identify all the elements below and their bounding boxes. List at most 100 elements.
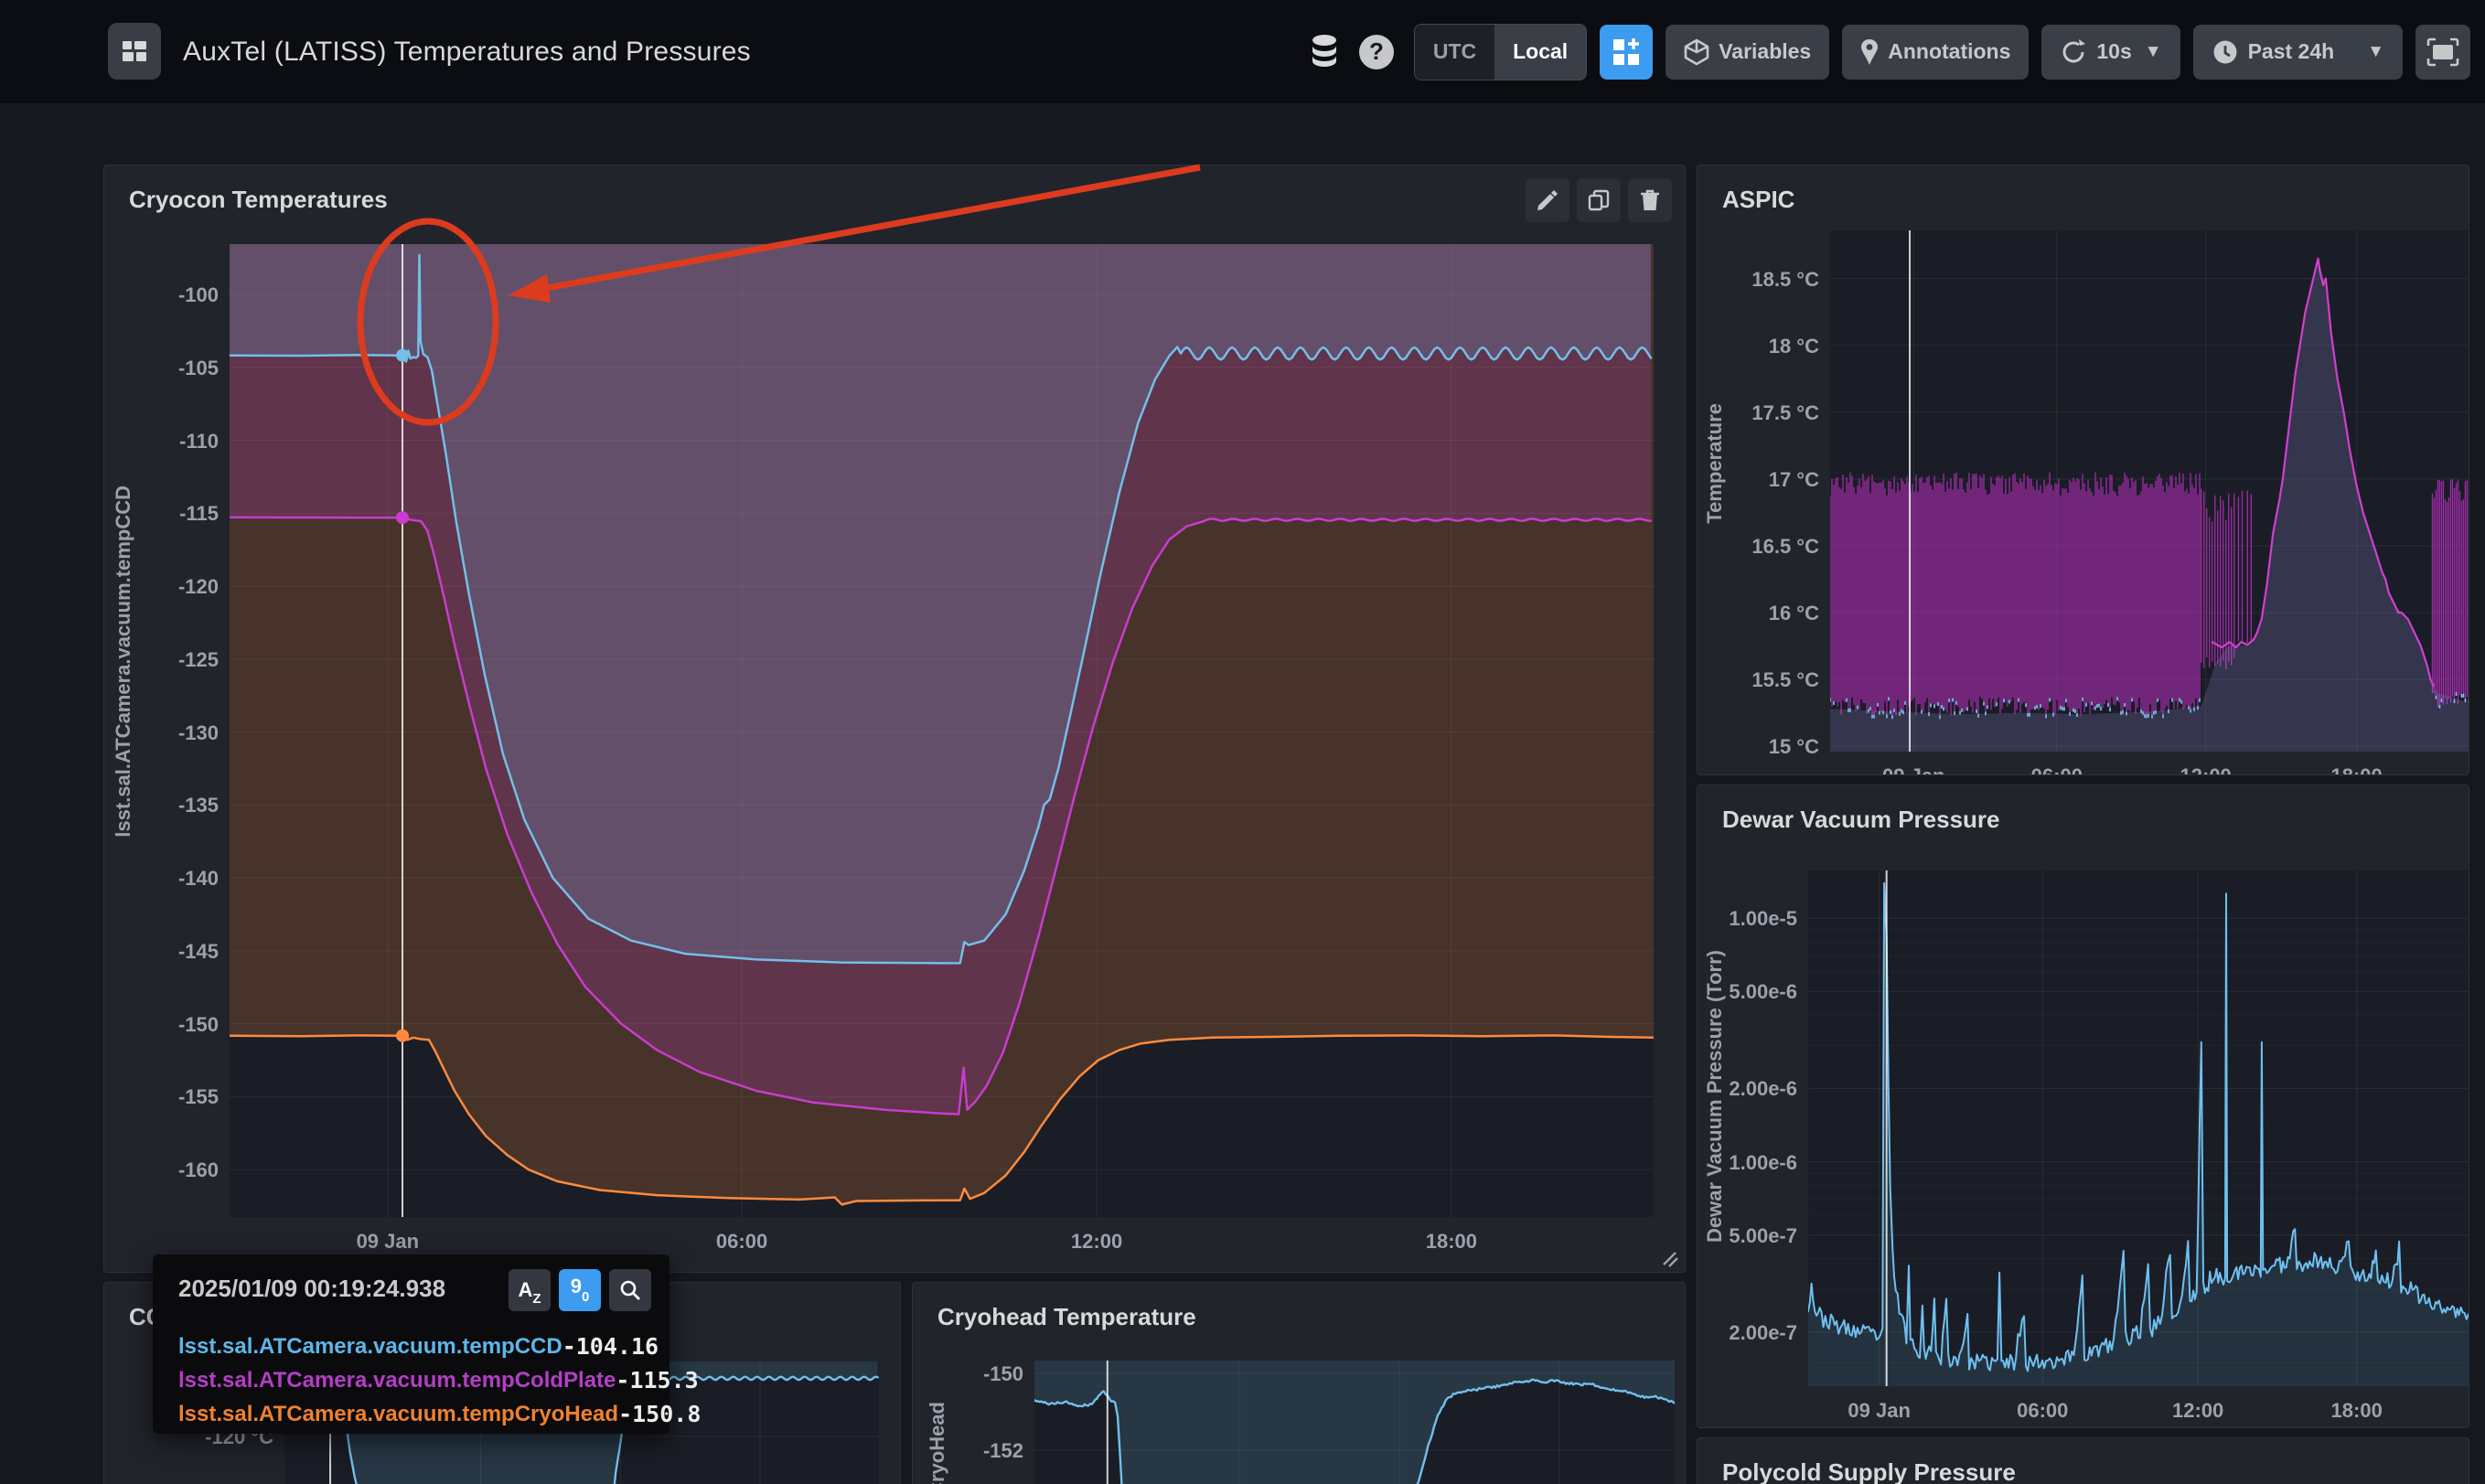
y-axis-tick-label: 15.5 °C (1751, 668, 1819, 692)
tooltip-timestamp: 2025/01/09 00:19:24.938 (178, 1275, 445, 1303)
duplicate-panel-button[interactable] (1577, 178, 1621, 222)
x-axis-tick-label: 06:00 (2017, 1399, 2068, 1423)
y-axis-tick-label: 17.5 °C (1751, 401, 1819, 425)
y-axis-tick-label: 16.5 °C (1751, 535, 1819, 559)
x-axis-tick-label: 09 Jan (357, 1230, 420, 1254)
annotation-pin-icon (1860, 38, 1879, 66)
top-navbar: AuxTel (LATISS) Temperatures and Pressur… (0, 0, 2485, 103)
grid-icon (121, 37, 148, 65)
y-axis-tick-label: 1.00e-5 (1729, 907, 1797, 931)
help-icon[interactable]: ? (1357, 33, 1396, 71)
y-axis-title: lsst.sal.ATCamera.vacuum.tempCCD (112, 486, 135, 838)
y-axis-tick-label: -120 (178, 575, 219, 599)
panel-aspic: ASPIC Temperature 18.5 °C18 °C17.5 °C17 … (1697, 165, 2469, 775)
x-axis-tick-label: 12:00 (2180, 764, 2232, 775)
x-axis-tick-label: 06:00 (2031, 764, 2083, 775)
datasource-icon[interactable] (1308, 34, 1341, 70)
delete-panel-button[interactable] (1628, 178, 1672, 222)
time-range-label: Past 24h (2248, 39, 2335, 64)
refresh-interval-button[interactable]: 10s ▼ (2041, 25, 2180, 80)
y-axis-tick-label: -160 (178, 1158, 219, 1182)
timezone-utc-button[interactable]: UTC (1415, 25, 1494, 80)
pencil-icon (1536, 188, 1559, 212)
dewar-chart[interactable] (1808, 870, 2469, 1386)
timezone-toggle: UTC Local (1414, 24, 1587, 80)
sort-alphabetical-button[interactable]: AZ (509, 1269, 551, 1311)
y-axis-tick-label: 18 °C (1769, 335, 1819, 358)
search-button[interactable] (609, 1269, 651, 1311)
panel-polycold-supply-pressure: Polycold Supply Pressure (1697, 1437, 2469, 1484)
chart-tooltip: 2025/01/09 00:19:24.938 AZ 90 lsst.sal.A… (153, 1254, 669, 1434)
panel-dewar-vacuum-pressure: Dewar Vacuum Pressure Dewar Vacuum Press… (1697, 785, 2469, 1428)
panel-resize-handle[interactable] (1659, 1248, 1679, 1268)
tooltip-series-list: lsst.sal.ATCamera.vacuum.tempCCD -104.16… (178, 1329, 648, 1431)
y-axis-tick-label: -152 (983, 1439, 1023, 1463)
grafana-dashboard: AuxTel (LATISS) Temperatures and Pressur… (0, 0, 2485, 1484)
sort-numeric-button[interactable]: 90 (559, 1269, 601, 1311)
y-axis-title: lsst.sal.ATCamera.vacuum.tempCryoHead (926, 1402, 949, 1484)
aspic-chart[interactable] (1830, 230, 2469, 752)
y-axis-tick-label: -125 (178, 648, 219, 672)
y-axis-tick-label: 1.00e-6 (1729, 1151, 1797, 1175)
dashboard-title: AuxTel (LATISS) Temperatures and Pressur… (183, 0, 751, 103)
add-panel-icon (1611, 37, 1642, 68)
add-panel-button[interactable] (1600, 25, 1653, 80)
variables-button[interactable]: Variables (1666, 25, 1829, 80)
cryocon-chart[interactable] (230, 244, 1654, 1217)
panel-actions (1526, 178, 1672, 222)
x-axis-tick-label: 06:00 (716, 1230, 767, 1254)
annotations-button[interactable]: Annotations (1842, 25, 2029, 80)
kiosk-mode-button[interactable] (2415, 25, 2470, 80)
x-axis-tick-label: 18:00 (1426, 1230, 1477, 1254)
time-range-button[interactable]: Past 24h ▼ (2193, 25, 2403, 80)
x-axis-tick-label: 18:00 (2330, 764, 2382, 775)
y-axis-tick-label: -140 (178, 867, 219, 891)
y-axis-tick-label: -145 (178, 940, 219, 964)
chevron-down-icon: ▼ (2145, 42, 2162, 62)
edit-panel-button[interactable] (1526, 178, 1569, 222)
refresh-interval-label: 10s (2096, 39, 2131, 64)
dashboard-grid-icon[interactable] (108, 23, 161, 80)
x-axis-tick-label: 12:00 (2172, 1399, 2223, 1423)
y-axis-tick-label: -130 (178, 721, 219, 745)
series-value: -150.8 (618, 1401, 701, 1427)
y-axis-tick-label: -150 (983, 1362, 1023, 1386)
y-axis-tick-label: 17 °C (1769, 468, 1819, 492)
copy-icon (1587, 188, 1611, 212)
panel-cryocon-temperatures: Cryocon Temperatures lsst.sal.ATCam (103, 165, 1686, 1273)
y-axis-title: Temperature (1703, 403, 1727, 524)
panel-cryohead-temperature: Cryohead Temperature lsst.sal.ATCamera.v… (912, 1282, 1686, 1484)
tooltip-series-row[interactable]: lsst.sal.ATCamera.vacuum.tempColdPlate -… (178, 1363, 648, 1397)
y-axis-tick-label: -115 (179, 502, 219, 526)
y-axis-tick-label: -135 (178, 794, 219, 817)
svg-text:?: ? (1369, 37, 1384, 65)
tooltip-series-row[interactable]: lsst.sal.ATCamera.vacuum.tempCCD -104.16 (178, 1329, 648, 1363)
y-axis-tick-label: -110 (179, 430, 219, 454)
y-axis-tick-label: 2.00e-6 (1729, 1077, 1797, 1101)
y-axis-tick-label: 2.00e-7 (1729, 1321, 1797, 1345)
y-axis-tick-label: 16 °C (1769, 602, 1819, 625)
cryohead-chart[interactable] (1034, 1361, 1675, 1484)
series-value: -115.3 (616, 1367, 698, 1393)
y-axis-title: Dewar Vacuum Pressure (Torr) (1703, 950, 1727, 1243)
panel-title[interactable]: Cryocon Temperatures (129, 186, 388, 214)
tooltip-series-row[interactable]: lsst.sal.ATCamera.vacuum.tempCryoHead -1… (178, 1397, 648, 1431)
y-axis-tick-label: -100 (178, 283, 219, 307)
timezone-local-button[interactable]: Local (1494, 25, 1586, 80)
variables-label: Variables (1719, 39, 1811, 64)
y-axis-tick-label: -150 (178, 1013, 219, 1037)
refresh-icon (2060, 38, 2087, 66)
annotations-label: Annotations (1888, 39, 2010, 64)
x-axis-tick-label: 09 Jan (1882, 764, 1945, 775)
panel-title[interactable]: Polycold Supply Pressure (1722, 1458, 2016, 1484)
y-axis-tick-label: 15 °C (1769, 735, 1819, 759)
panel-title[interactable]: Cryohead Temperature (937, 1303, 1196, 1331)
y-axis-tick-label: -155 (178, 1085, 219, 1109)
series-label[interactable]: lsst.sal.ATCamera.vacuum.tempColdPlate (178, 1368, 616, 1393)
x-axis-tick-label: 18:00 (2331, 1399, 2383, 1423)
panel-title[interactable]: ASPIC (1722, 186, 1794, 214)
x-axis-tick-label: 09 Jan (1848, 1399, 1911, 1423)
panel-title[interactable]: Dewar Vacuum Pressure (1722, 806, 2000, 834)
series-label[interactable]: lsst.sal.ATCamera.vacuum.tempCryoHead (178, 1402, 618, 1427)
series-label[interactable]: lsst.sal.ATCamera.vacuum.tempCCD (178, 1334, 562, 1360)
